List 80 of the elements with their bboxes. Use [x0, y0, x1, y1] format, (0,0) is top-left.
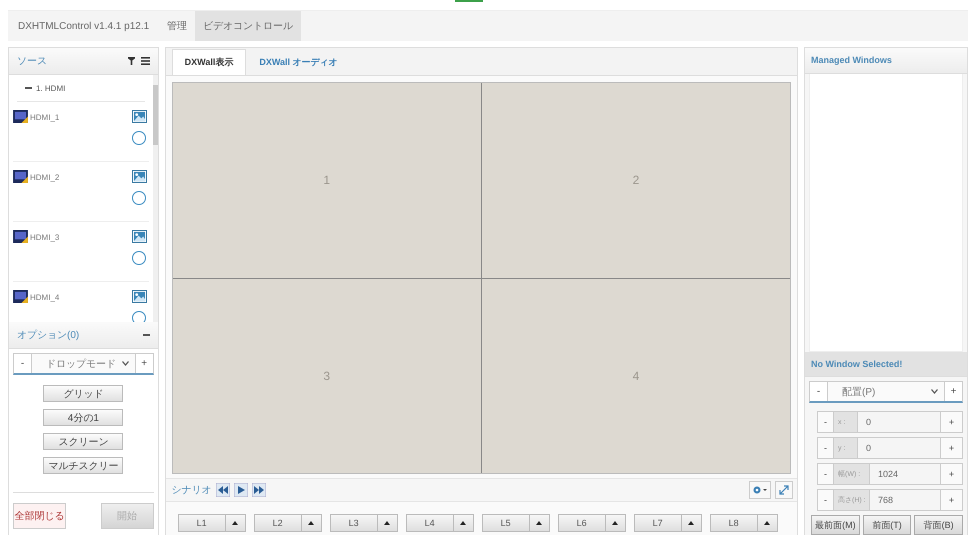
source-name[interactable]: HDMI_1 — [30, 113, 60, 122]
layout-button[interactable]: L4 — [406, 514, 454, 532]
layout-button[interactable]: マルチスクリー — [43, 457, 124, 474]
arrange-dropdown[interactable]: 配置(P) — [828, 382, 944, 401]
dropdown-button[interactable] — [226, 514, 246, 532]
screen-number: 2 — [632, 173, 640, 188]
play-icon[interactable] — [234, 483, 248, 497]
number-field[interactable]: 0 — [858, 437, 941, 459]
layout-button[interactable]: L1 — [178, 514, 226, 532]
rewind-icon[interactable] — [216, 483, 230, 497]
layout-button[interactable]: スクリーン — [43, 433, 124, 450]
screen-number: 3 — [323, 368, 330, 383]
minus-button[interactable]: - — [817, 463, 834, 485]
mode-dropdown[interactable]: ドロップモード — [32, 354, 135, 373]
app-title: DXHTMLControl v1.4.1 p12.1 — [17, 20, 150, 34]
source-name[interactable]: HDMI_3 — [30, 233, 60, 242]
layout-button[interactable]: L8 — [710, 514, 758, 532]
plus-button[interactable]: + — [941, 411, 963, 433]
dropdown-button[interactable] — [682, 514, 702, 532]
dropdown-button[interactable] — [606, 514, 626, 532]
minus-button[interactable]: - — [817, 411, 834, 433]
chevron-down-icon — [122, 361, 129, 366]
chevron-down-icon — [931, 389, 938, 394]
panel-title: ソース — [17, 55, 47, 68]
group-label[interactable]: 1. HDMI — [36, 84, 66, 92]
layout-button[interactable]: グリッド — [43, 385, 124, 402]
circle-icon[interactable] — [132, 131, 146, 145]
dropdown-button[interactable] — [302, 514, 322, 532]
dropdown-button[interactable] — [378, 514, 398, 532]
number-field[interactable]: 768 — [870, 489, 941, 511]
number-field[interactable]: 1024 — [870, 463, 941, 485]
minus-button[interactable]: - — [810, 382, 828, 401]
fast-forward-icon[interactable] — [252, 483, 266, 497]
image-icon[interactable] — [132, 230, 147, 243]
panel-title: オプション(0) — [17, 328, 80, 342]
screen-number: 4 — [632, 368, 640, 383]
screen-number: 1 — [323, 173, 330, 188]
image-icon[interactable] — [132, 170, 147, 183]
scrollbar-thumb[interactable] — [152, 85, 158, 145]
tab[interactable]: DXWall オーディオ — [246, 49, 351, 75]
source-icon — [13, 110, 28, 123]
layout-button[interactable]: L3 — [330, 514, 378, 532]
number-field[interactable]: 0 — [858, 411, 941, 433]
source-icon — [13, 230, 28, 243]
settings-icon[interactable] — [749, 481, 771, 499]
action-button[interactable]: 全部閉じる — [13, 503, 66, 529]
source-name[interactable]: HDMI_2 — [30, 173, 60, 182]
list-icon[interactable] — [140, 57, 150, 65]
plus-button[interactable]: + — [944, 382, 962, 401]
order-button[interactable]: 最前面(M) — [811, 515, 860, 535]
source-icon — [13, 170, 28, 183]
layout-button[interactable]: L5 — [482, 514, 530, 532]
plus-button[interactable]: + — [941, 463, 963, 485]
expand-icon[interactable] — [775, 481, 793, 499]
source-name[interactable]: HDMI_4 — [30, 293, 60, 302]
layout-button[interactable]: L6 — [558, 514, 606, 532]
plus-button[interactable]: + — [941, 437, 963, 459]
plus-button[interactable]: + — [941, 489, 963, 511]
circle-icon[interactable] — [132, 191, 146, 205]
minus-button[interactable]: - — [817, 437, 834, 459]
minus-button[interactable]: - — [817, 489, 834, 511]
layout-button[interactable]: 4分の1 — [43, 409, 124, 426]
panel-title: No Window Selected! — [811, 358, 902, 369]
tab[interactable]: DXWall表示 — [172, 49, 246, 75]
circle-icon[interactable] — [132, 251, 146, 265]
order-button[interactable]: 背面(B) — [914, 515, 964, 535]
layout-button[interactable]: L7 — [634, 514, 682, 532]
image-icon[interactable] — [132, 110, 147, 123]
filter-icon[interactable] — [128, 57, 135, 65]
order-button[interactable]: 前面(T) — [862, 515, 912, 535]
dropdown-button[interactable] — [530, 514, 550, 532]
dropdown-button[interactable] — [758, 514, 778, 532]
image-icon[interactable] — [132, 290, 147, 303]
source-icon — [13, 290, 28, 303]
scenario-label: シナリオ — [172, 484, 212, 497]
dropdown-button[interactable] — [454, 514, 474, 532]
nav-item[interactable]: 管理 — [159, 11, 196, 41]
layout-button[interactable]: L2 — [254, 514, 302, 532]
nav-item[interactable]: ビデオコントロール — [195, 11, 302, 41]
panel-title: Managed Windows — [811, 55, 892, 66]
